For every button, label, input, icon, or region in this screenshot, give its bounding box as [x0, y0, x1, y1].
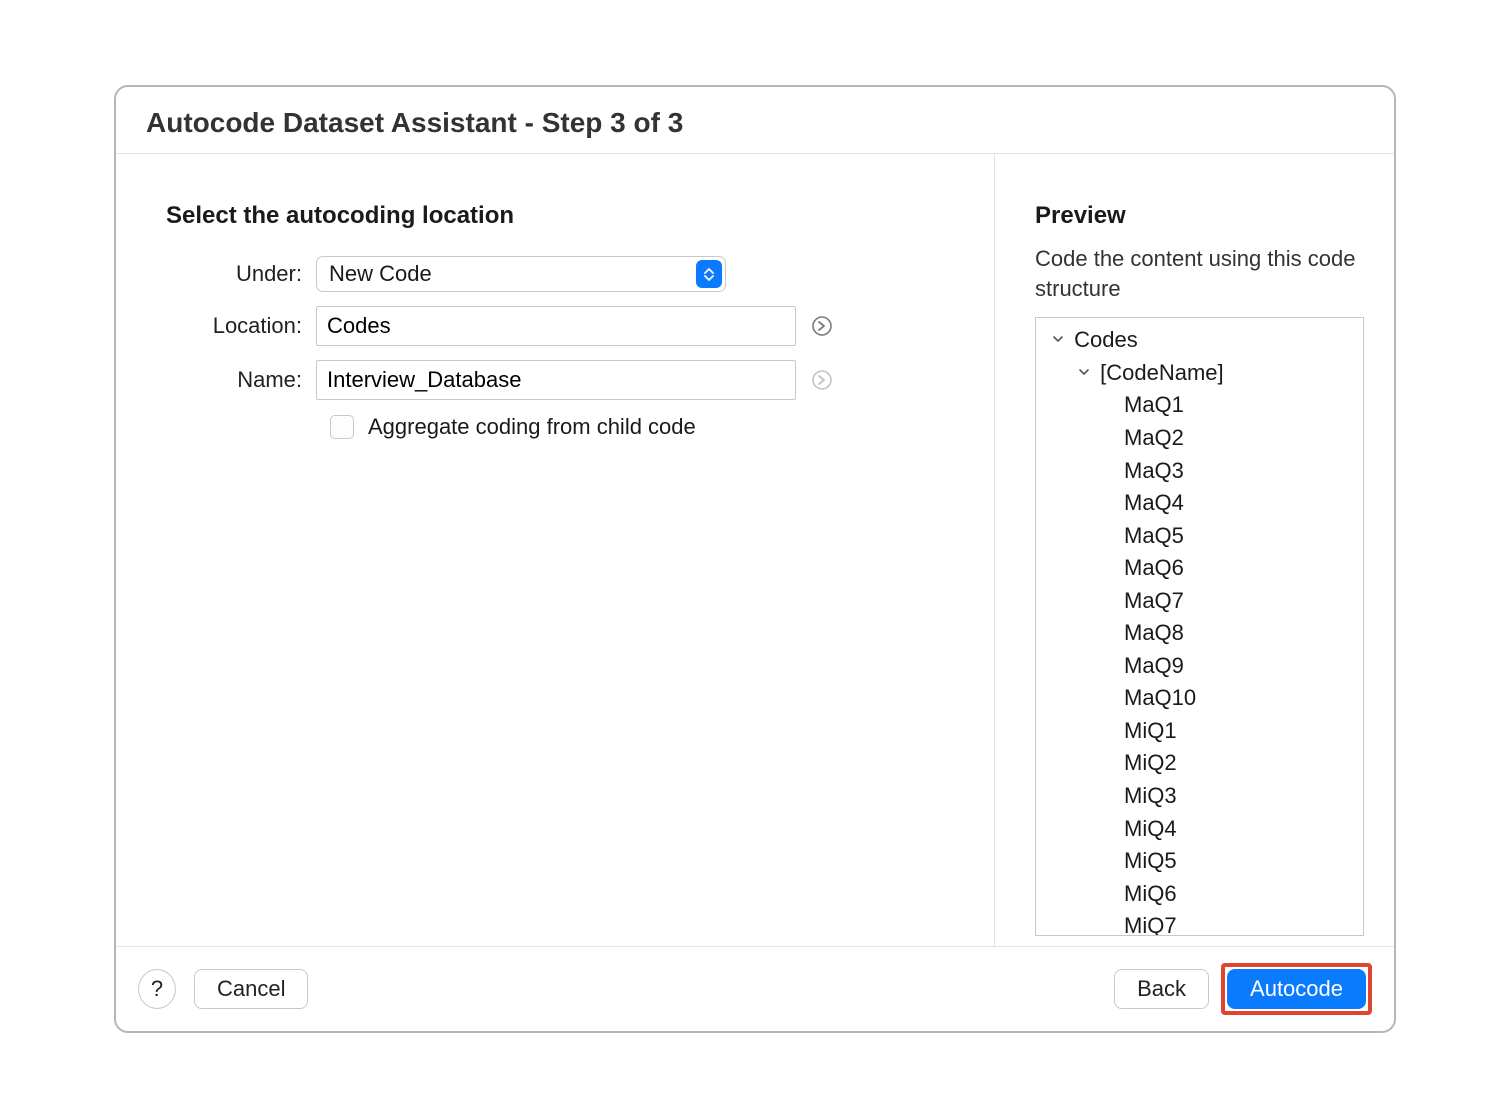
tree-leaf-label: MaQ6: [1124, 555, 1184, 580]
tree-leaf[interactable]: MiQ3: [1044, 780, 1355, 813]
under-select[interactable]: New Code: [316, 256, 726, 292]
name-go-button: [810, 368, 834, 392]
dialog-title: Autocode Dataset Assistant - Step 3 of 3: [146, 107, 1364, 139]
tree-leaf-label: MaQ4: [1124, 490, 1184, 515]
tree-leaf-label: MiQ4: [1124, 816, 1177, 841]
tree-codename-label: [CodeName]: [1100, 360, 1224, 385]
preview-subtext: Code the content using this code structu…: [1035, 244, 1364, 303]
tree-leaf[interactable]: MaQ9: [1044, 650, 1355, 683]
tree-leaf[interactable]: MiQ1: [1044, 715, 1355, 748]
code-tree[interactable]: Codes [CodeName] MaQ1 MaQ2 MaQ3 MaQ4 MaQ5 MaQ…: [1035, 317, 1364, 936]
tree-leaf[interactable]: MaQ2: [1044, 422, 1355, 455]
dialog-body: Select the autocoding location Under: Ne…: [116, 154, 1394, 946]
tree-leaf-label: MaQ10: [1124, 685, 1196, 710]
autocode-button[interactable]: Autocode: [1227, 969, 1366, 1009]
tree-leaf-label: MiQ7: [1124, 913, 1177, 936]
tree-leaf[interactable]: MaQ3: [1044, 455, 1355, 488]
dialog-footer: ? Cancel Back Autocode: [116, 946, 1394, 1031]
tree-leaf-label: MaQ8: [1124, 620, 1184, 645]
under-select-stepper-icon[interactable]: [696, 260, 722, 288]
aggregate-checkbox[interactable]: [330, 415, 354, 439]
chevron-down-icon[interactable]: [1052, 330, 1068, 351]
tree-leaf-label: MiQ5: [1124, 848, 1177, 873]
tree-leaf[interactable]: MiQ2: [1044, 747, 1355, 780]
tree-root[interactable]: Codes: [1044, 324, 1355, 357]
label-under: Under:: [166, 261, 316, 287]
row-under: Under: New Code: [166, 256, 964, 292]
under-select-value[interactable]: New Code: [316, 256, 726, 292]
tree-leaf-label: MiQ1: [1124, 718, 1177, 743]
tree-leaf[interactable]: MaQ5: [1044, 520, 1355, 553]
dialog-header: Autocode Dataset Assistant - Step 3 of 3: [116, 87, 1394, 154]
tree-root-label: Codes: [1074, 327, 1138, 352]
tree-leaf[interactable]: MaQ6: [1044, 552, 1355, 585]
row-location: Location:: [166, 306, 964, 346]
row-name: Name:: [166, 360, 964, 400]
preview-heading: Preview: [1035, 202, 1364, 230]
tree-leaf-label: MaQ9: [1124, 653, 1184, 678]
tree-leaf-label: MaQ1: [1124, 392, 1184, 417]
autocode-highlight: Autocode: [1221, 963, 1372, 1015]
chevron-down-icon[interactable]: [1078, 363, 1094, 384]
tree-leaf-label: MaQ2: [1124, 425, 1184, 450]
tree-leaf-label: MaQ7: [1124, 588, 1184, 613]
tree-leaf[interactable]: MiQ4: [1044, 813, 1355, 846]
tree-leaf[interactable]: MaQ7: [1044, 585, 1355, 618]
form-panel: Select the autocoding location Under: Ne…: [116, 154, 994, 946]
autocode-dialog: Autocode Dataset Assistant - Step 3 of 3…: [114, 85, 1396, 1033]
tree-leaf[interactable]: MiQ6: [1044, 878, 1355, 911]
tree-leaf[interactable]: MaQ8: [1044, 617, 1355, 650]
back-button[interactable]: Back: [1114, 969, 1209, 1009]
tree-leaf[interactable]: MaQ1: [1044, 389, 1355, 422]
section-heading: Select the autocoding location: [166, 202, 964, 230]
label-name: Name:: [166, 367, 316, 393]
tree-leaf[interactable]: MaQ10: [1044, 682, 1355, 715]
tree-leaf[interactable]: MiQ5: [1044, 845, 1355, 878]
aggregate-label: Aggregate coding from child code: [368, 414, 696, 440]
cancel-button[interactable]: Cancel: [194, 969, 308, 1009]
location-go-button[interactable]: [810, 314, 834, 338]
tree-codename[interactable]: [CodeName]: [1044, 357, 1355, 390]
tree-leaf[interactable]: MaQ4: [1044, 487, 1355, 520]
tree-leaf-label: MiQ6: [1124, 881, 1177, 906]
name-input[interactable]: [316, 360, 796, 400]
tree-leaf-label: MiQ3: [1124, 783, 1177, 808]
help-button[interactable]: ?: [138, 969, 176, 1009]
location-input[interactable]: [316, 306, 796, 346]
tree-leaf-label: MaQ5: [1124, 523, 1184, 548]
tree-leaf-label: MaQ3: [1124, 458, 1184, 483]
tree-leaf-label: MiQ2: [1124, 750, 1177, 775]
tree-leaf[interactable]: MiQ7: [1044, 910, 1355, 936]
preview-panel: Preview Code the content using this code…: [994, 154, 1394, 946]
label-location: Location:: [166, 313, 316, 339]
row-aggregate: Aggregate coding from child code: [330, 414, 964, 440]
